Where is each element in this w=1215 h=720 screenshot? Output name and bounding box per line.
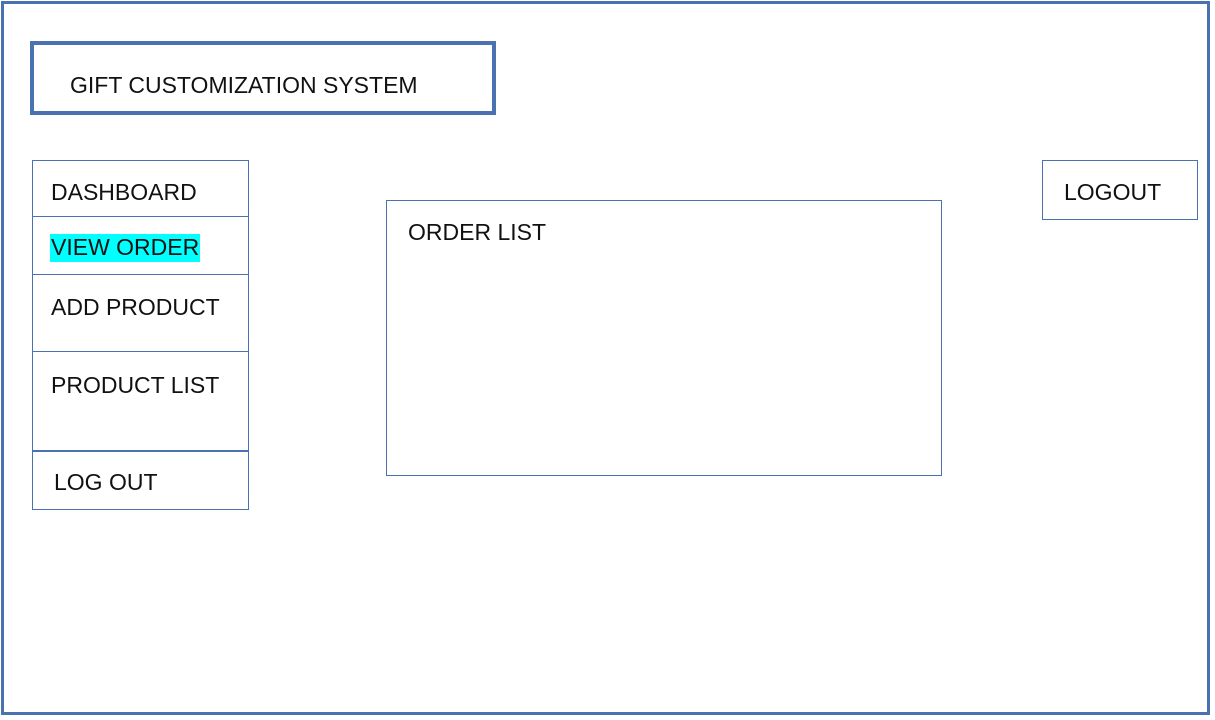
logout-button[interactable]: LOGOUT: [1042, 160, 1198, 220]
sidebar-item-label: VIEW ORDER: [50, 234, 201, 262]
order-list-title: ORDER LIST: [408, 219, 547, 245]
sidebar-item-view-order[interactable]: VIEW ORDER: [32, 216, 249, 275]
order-list-panel: ORDER LIST: [386, 200, 942, 476]
app-title-box: GIFT CUSTOMIZATION SYSTEM: [30, 41, 496, 115]
sidebar-item-dashboard[interactable]: DASHBOARD: [32, 160, 249, 217]
sidebar-item-log-out[interactable]: LOG OUT: [32, 450, 249, 510]
logout-label: LOGOUT: [1064, 179, 1162, 205]
sidebar-item-label: DASHBOARD: [51, 179, 197, 205]
sidebar-item-label: ADD PRODUCT: [51, 294, 220, 320]
sidebar-item-add-product[interactable]: ADD PRODUCT: [32, 274, 249, 352]
app-title: GIFT CUSTOMIZATION SYSTEM: [70, 72, 418, 98]
sidebar-item-label: PRODUCT LIST: [51, 372, 220, 398]
sidebar-item-product-list[interactable]: PRODUCT LIST: [32, 351, 249, 452]
sidebar-item-label: LOG OUT: [54, 469, 158, 495]
